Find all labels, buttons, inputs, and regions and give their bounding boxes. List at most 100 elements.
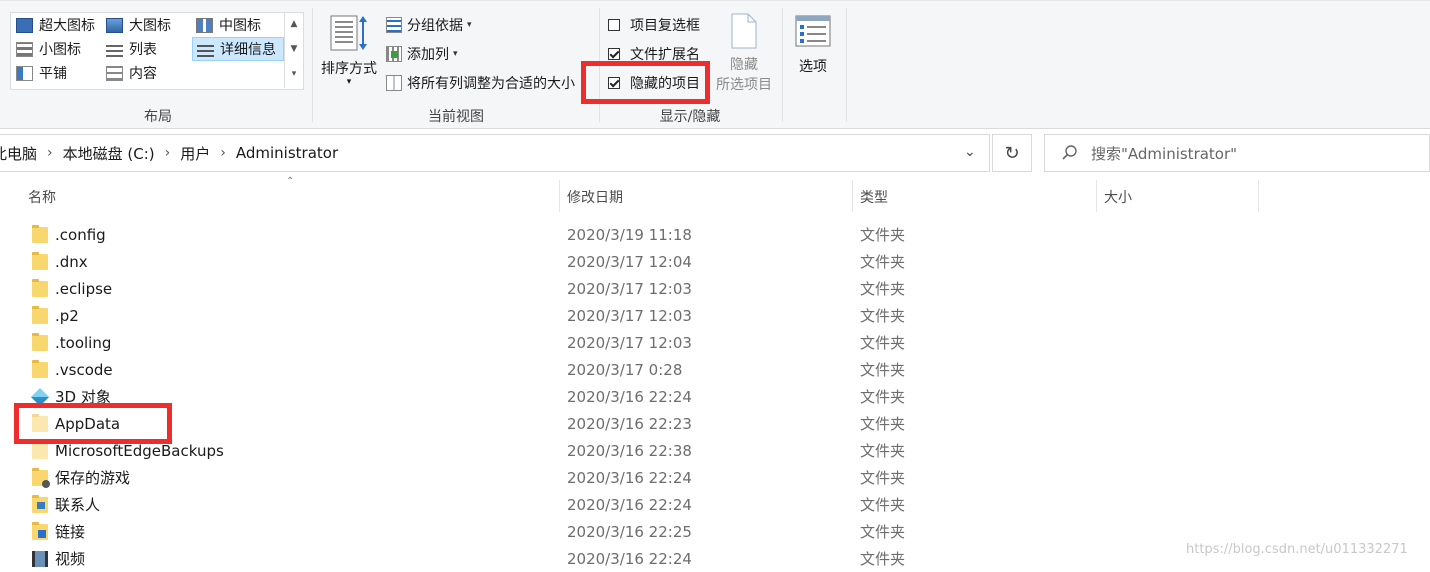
- content-icon: [106, 65, 123, 81]
- hidden-items-toggle[interactable]: 隐藏的项目: [608, 71, 700, 95]
- sort-by-caret-icon: ▾: [346, 77, 352, 87]
- add-columns-caret-icon: ▾: [453, 49, 458, 59]
- scroll-up-icon[interactable]: ▲: [285, 12, 303, 37]
- sort-ascending-icon: ⌃: [286, 176, 295, 187]
- column-divider[interactable]: [559, 180, 560, 212]
- table-row[interactable]: .eclipse 2020/3/17 12:03 文件夹: [0, 275, 1430, 302]
- folder-icon: [32, 251, 48, 270]
- item-checkboxes-checkbox[interactable]: [608, 19, 620, 31]
- search-input[interactable]: 搜索"Administrator": [1091, 143, 1237, 164]
- hidden-items-checkbox[interactable]: [608, 77, 620, 89]
- scroll-down-icon[interactable]: ▼: [285, 37, 303, 62]
- file-name-cell[interactable]: 链接: [32, 518, 85, 545]
- group-separator: [599, 8, 600, 122]
- file-name-cell[interactable]: .vscode: [32, 356, 113, 383]
- folder-icon: [32, 224, 48, 243]
- hide-selected-label-1: 隐藏: [730, 57, 758, 73]
- layout-list[interactable]: 列表: [102, 38, 157, 60]
- contacts-icon: [32, 494, 48, 513]
- column-header-name[interactable]: 名称: [28, 182, 56, 212]
- folder-icon: [32, 305, 48, 324]
- group-by-caret-icon: ▾: [467, 20, 472, 30]
- group-by-icon: [386, 17, 402, 33]
- refresh-button[interactable]: ↻: [992, 134, 1032, 172]
- file-name-cell[interactable]: .tooling: [32, 329, 111, 356]
- large-icons-icon: [106, 17, 123, 33]
- tiles-icon: [16, 65, 33, 81]
- column-divider[interactable]: [1096, 180, 1097, 212]
- file-modified-date: 2020/3/16 22:24: [567, 468, 692, 487]
- file-modified-date: 2020/3/17 12:04: [567, 252, 692, 271]
- breadcrumb-local-disk[interactable]: 本地磁盘 (C:): [63, 143, 155, 164]
- file-modified-date: 2020/3/17 12:03: [567, 306, 692, 325]
- table-row[interactable]: .dnx 2020/3/17 12:04 文件夹: [0, 248, 1430, 275]
- table-row[interactable]: .vscode 2020/3/17 0:28 文件夹: [0, 356, 1430, 383]
- file-name-cell[interactable]: .p2: [32, 302, 79, 329]
- table-row[interactable]: 保存的游戏 2020/3/16 22:24 文件夹: [0, 464, 1430, 491]
- search-box[interactable]: 搜索"Administrator": [1044, 134, 1430, 172]
- watermark: https://blog.csdn.net/u011332271: [1186, 542, 1408, 557]
- sort-by-button[interactable]: 排序方式 ▾: [316, 14, 382, 87]
- medium-icons-icon: [196, 17, 213, 33]
- file-name: AppData: [55, 414, 121, 433]
- column-header-modified[interactable]: 修改日期: [567, 182, 623, 212]
- layout-medium-icons[interactable]: 中图标: [192, 14, 261, 36]
- address-bar[interactable]: 此电脑 › 本地磁盘 (C:) › 用户 › Administrator ⌄: [0, 134, 990, 172]
- breadcrumb-chevron-icon[interactable]: ›: [165, 145, 171, 161]
- column-header-size[interactable]: 大小: [1104, 182, 1132, 212]
- breadcrumb-administrator[interactable]: Administrator: [236, 144, 338, 162]
- file-name-cell[interactable]: 联系人: [32, 491, 100, 518]
- file-type: 文件夹: [860, 550, 906, 568]
- options-button[interactable]: 选项: [788, 14, 838, 76]
- table-row[interactable]: .config 2020/3/19 11:18 文件夹: [0, 221, 1430, 248]
- table-row[interactable]: MicrosoftEdgeBackups 2020/3/16 22:38 文件夹: [0, 437, 1430, 464]
- file-extensions-toggle[interactable]: 文件扩展名: [608, 42, 700, 66]
- table-row[interactable]: .p2 2020/3/17 12:03 文件夹: [0, 302, 1430, 329]
- layout-gallery-scroll[interactable]: ▲ ▼ ▾: [284, 12, 303, 88]
- videos-icon: [32, 550, 48, 567]
- table-row[interactable]: 链接 2020/3/16 22:25 文件夹: [0, 518, 1430, 545]
- table-row[interactable]: 联系人 2020/3/16 22:24 文件夹: [0, 491, 1430, 518]
- group-separator: [846, 8, 847, 122]
- file-name-cell[interactable]: 视频: [32, 545, 85, 572]
- table-row[interactable]: .tooling 2020/3/17 12:03 文件夹: [0, 329, 1430, 356]
- file-name-cell[interactable]: .config: [32, 221, 106, 248]
- table-row[interactable]: 3D 对象 2020/3/16 22:24 文件夹: [0, 383, 1430, 410]
- file-name-cell[interactable]: AppData: [32, 410, 120, 437]
- item-checkboxes-toggle[interactable]: 项目复选框: [608, 13, 700, 37]
- add-columns-button[interactable]: 添加列 ▾: [386, 42, 458, 66]
- breadcrumb-chevron-icon[interactable]: ›: [220, 145, 226, 161]
- breadcrumb-users[interactable]: 用户: [180, 143, 210, 164]
- layout-small-icons[interactable]: 小图标: [12, 38, 81, 60]
- hide-selected-items-button[interactable]: 隐藏 所选项目: [710, 12, 778, 94]
- current-view-group-label: 当前视图: [428, 109, 484, 125]
- breadcrumb-this-pc[interactable]: 此电脑: [0, 143, 37, 164]
- file-name-cell[interactable]: 3D 对象: [30, 383, 111, 410]
- file-name-cell[interactable]: .eclipse: [32, 275, 112, 302]
- address-history-chevron-down-icon[interactable]: ⌄: [964, 144, 976, 160]
- file-name-cell[interactable]: .dnx: [32, 248, 88, 275]
- saved-games-icon: [32, 467, 50, 488]
- file-type: 文件夹: [860, 523, 906, 541]
- file-modified-date: 2020/3/17 12:03: [567, 279, 692, 298]
- show-hide-group-label: 显示/隐藏: [659, 109, 721, 125]
- layout-large-icons[interactable]: 大图标: [102, 14, 171, 36]
- table-row[interactable]: AppData 2020/3/16 22:23 文件夹: [0, 410, 1430, 437]
- file-name-cell[interactable]: MicrosoftEdgeBackups: [32, 437, 224, 464]
- column-divider[interactable]: [852, 180, 853, 212]
- breadcrumb-chevron-icon[interactable]: ›: [47, 145, 53, 161]
- gallery-expand-icon[interactable]: ▾: [285, 62, 303, 87]
- file-extensions-checkbox[interactable]: [608, 48, 620, 60]
- layout-details[interactable]: 详细信息: [192, 37, 284, 61]
- size-all-columns-button[interactable]: 将所有列调整为合适的大小: [386, 71, 582, 95]
- column-divider[interactable]: [1258, 180, 1259, 212]
- group-by-button[interactable]: 分组依据 ▾: [386, 13, 472, 37]
- layout-tiles[interactable]: 平铺: [12, 62, 67, 84]
- file-modified-date: 2020/3/19 11:18: [567, 225, 692, 244]
- file-name: .p2: [55, 306, 79, 325]
- file-modified-date: 2020/3/16 22:24: [567, 387, 692, 406]
- layout-content[interactable]: 内容: [102, 62, 157, 84]
- file-name-cell[interactable]: 保存的游戏: [32, 464, 130, 491]
- layout-extra-large-icons[interactable]: 超大图标: [12, 14, 95, 36]
- column-header-type[interactable]: 类型: [860, 182, 888, 212]
